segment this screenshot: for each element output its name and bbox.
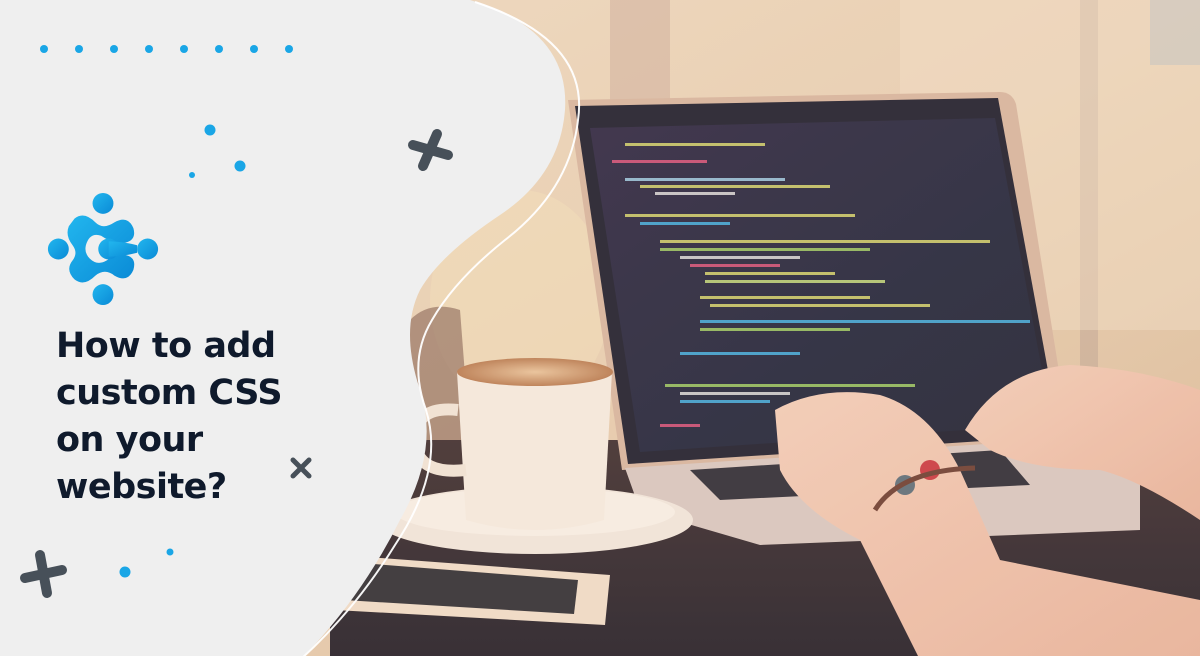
page-title: How to add custom CSS on your website? <box>56 323 316 511</box>
dot-row <box>40 45 293 53</box>
molecule-c-logo-icon <box>47 192 159 306</box>
title-line: on your <box>56 420 203 460</box>
plus-icon <box>408 129 453 171</box>
plus-icon <box>20 550 67 598</box>
title-line: custom CSS <box>56 373 283 413</box>
blog-banner: How to add custom CSS on your website? <box>0 0 1200 660</box>
title-line: How to add <box>56 326 276 366</box>
title-line: website? <box>56 467 227 507</box>
